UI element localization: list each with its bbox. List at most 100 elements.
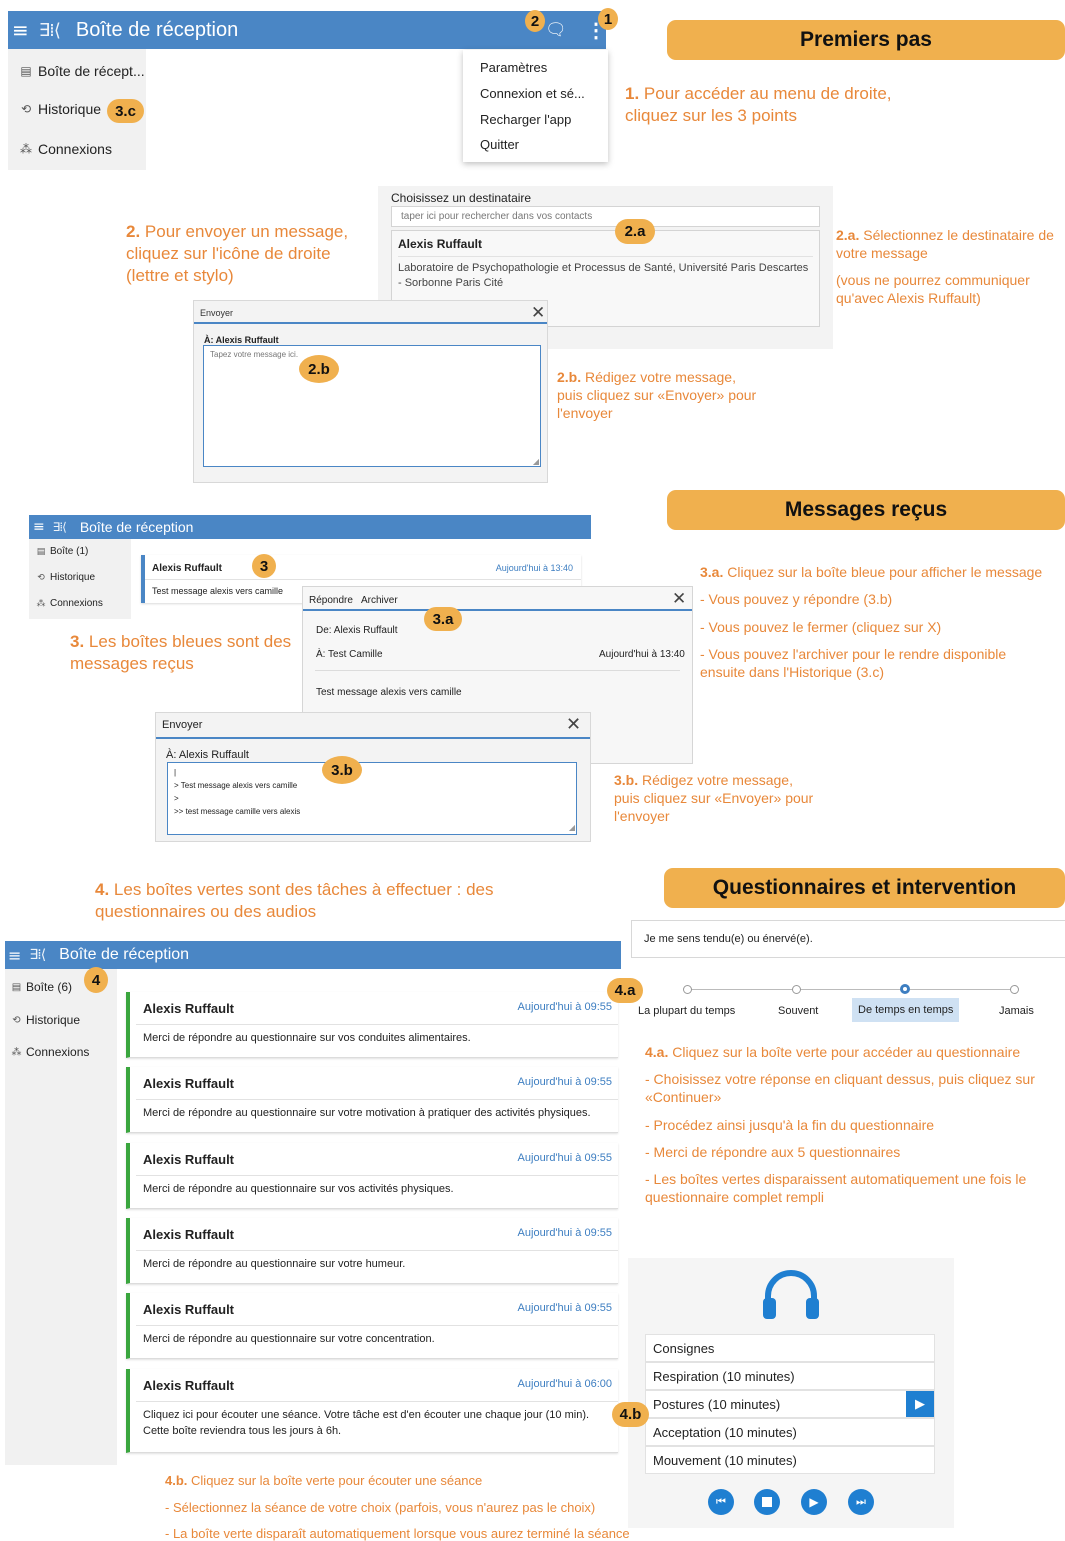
sidebar-item-label: Connexions bbox=[50, 598, 103, 609]
hamburger-icon[interactable]: ≡ bbox=[12, 18, 29, 42]
reply-textarea[interactable]: | > Test message alexis vers camille > >… bbox=[167, 762, 577, 835]
task-card[interactable]: Alexis Ruffault Aujourd'hui à 09:55 Merc… bbox=[126, 1067, 618, 1133]
badge-2a: 2.a bbox=[615, 219, 655, 244]
audio-item[interactable]: Mouvement (10 minutes) bbox=[645, 1446, 935, 1474]
question-text: Je me sens tendu(e) ou énervé(e). bbox=[644, 933, 813, 945]
task-card[interactable]: Alexis Ruffault Aujourd'hui à 09:55 Merc… bbox=[126, 1143, 618, 1209]
task-card-audio[interactable]: Alexis Ruffault Aujourd'hui à 06:00 Cliq… bbox=[126, 1369, 618, 1453]
sidebar-item-inbox[interactable]: ▤ Boîte (1) bbox=[35, 546, 89, 557]
sidebar-item-inbox[interactable]: ▤ Boîte de récept... bbox=[18, 63, 144, 79]
note-num: 3. bbox=[70, 632, 85, 651]
audio-item[interactable]: Consignes bbox=[645, 1334, 935, 1362]
note-text: Rédigez votre message, puis cliquez sur … bbox=[557, 369, 757, 422]
stop-icon[interactable] bbox=[754, 1489, 780, 1515]
sidebar-item-connections[interactable]: ⁂ Connexions bbox=[18, 141, 112, 157]
app-title: Boîte de réception bbox=[75, 18, 239, 41]
task-from: Alexis Ruffault bbox=[143, 1152, 235, 1167]
note-4a-line3: - Merci de répondre aux 5 questionnaires bbox=[645, 1144, 901, 1160]
note-text: Les boîtes bleues sont des messages reçu… bbox=[70, 632, 292, 674]
audio-item[interactable]: Acceptation (10 minutes) bbox=[645, 1418, 935, 1446]
sidebar-item-label: Boîte (1) bbox=[50, 546, 89, 557]
hamburger-icon[interactable]: ≡ bbox=[33, 519, 45, 535]
likert-option[interactable]: Jamais bbox=[999, 1005, 1034, 1017]
sidebar-item-connections[interactable]: ⁂ Connexions bbox=[35, 598, 103, 609]
note-num: 4. bbox=[95, 880, 110, 899]
question-box: Je me sens tendu(e) ou énervé(e). bbox=[631, 920, 1065, 958]
likert-dot-4[interactable] bbox=[1010, 985, 1019, 994]
compose-icon[interactable]: 🗨 bbox=[545, 20, 567, 40]
app-bar: ≡ ∃⁞⟨ Boîte de réception bbox=[5, 941, 621, 969]
recipient-label: Choisissez un destinataire bbox=[391, 191, 532, 205]
note-3a-line1: - Vous pouvez y répondre (3.b) bbox=[700, 591, 893, 607]
badge-3b: 3.b bbox=[322, 756, 362, 784]
menu-item-settings[interactable]: Paramètres bbox=[480, 60, 547, 75]
audio-item-selected[interactable]: Postures (10 minutes) ▶ bbox=[645, 1390, 935, 1418]
archive-button[interactable]: Archiver bbox=[361, 595, 398, 606]
reply-line: | bbox=[174, 768, 177, 777]
sidebar-item-history[interactable]: ⟲ Historique bbox=[10, 1013, 80, 1027]
app-bar: ≡ ∃⁞⟨ Boîte de réception bbox=[29, 515, 591, 539]
hamburger-icon[interactable]: ≡ bbox=[8, 946, 21, 965]
detail-from: De: Alexis Ruffault bbox=[316, 625, 398, 636]
play-icon[interactable]: ▶ bbox=[801, 1489, 827, 1515]
sidebar-item-history[interactable]: ⟲ Historique bbox=[18, 101, 101, 117]
note-4a-line2: - Procédez ainsi jusqu'à la fin du quest… bbox=[645, 1117, 935, 1133]
task-card[interactable]: Alexis Ruffault Aujourd'hui à 09:55 Merc… bbox=[126, 992, 618, 1058]
resize-handle-icon[interactable]: ◢ bbox=[569, 821, 575, 834]
likert-option-selected[interactable]: De temps en temps bbox=[852, 998, 960, 1022]
task-body: Merci de répondre au questionnaire sur v… bbox=[143, 1032, 471, 1044]
sidebar-item-connections[interactable]: ⁂ Connexions bbox=[10, 1045, 90, 1059]
sidebar: ▤ Boîte (6) ⟲ Historique ⁂ Connexions bbox=[5, 969, 117, 1465]
task-card[interactable]: Alexis Ruffault Aujourd'hui à 09:55 Merc… bbox=[126, 1218, 618, 1284]
close-icon[interactable]: ✕ bbox=[672, 589, 686, 609]
menu-item-reload[interactable]: Recharger l'app bbox=[480, 112, 571, 127]
inbox-icon: ▤ bbox=[11, 981, 22, 993]
task-time: Aujourd'hui à 09:55 bbox=[517, 1076, 612, 1088]
note-step2: 2. Pour envoyer un message, cliquez sur … bbox=[126, 221, 378, 287]
likert-dot-3-selected[interactable] bbox=[900, 984, 910, 994]
note-4b-line2: - La boîte verte disparaît automatiqueme… bbox=[165, 1526, 630, 1541]
recipient-search-input[interactable]: taper ici pour rechercher dans vos conta… bbox=[391, 206, 820, 227]
task-card[interactable]: Alexis Ruffault Aujourd'hui à 09:55 Merc… bbox=[126, 1293, 618, 1359]
task-divider bbox=[136, 1024, 618, 1025]
sidebar-item-history[interactable]: ⟲ Historique bbox=[35, 572, 95, 583]
task-time: Aujourd'hui à 06:00 bbox=[517, 1378, 612, 1390]
menu-item-quit[interactable]: Quitter bbox=[480, 137, 519, 152]
badge-3: 3 bbox=[252, 554, 276, 578]
recipient-divider bbox=[398, 256, 813, 257]
sidebar-item-label: Boîte (6) bbox=[26, 980, 73, 994]
detail-time: Aujourd'hui à 13:40 bbox=[599, 649, 685, 660]
reply-button[interactable]: Répondre bbox=[309, 595, 353, 606]
sidebar-item-label: Historique bbox=[38, 101, 102, 117]
close-icon[interactable]: ✕ bbox=[531, 303, 545, 323]
menu-item-connection[interactable]: Connexion et sé... bbox=[480, 86, 585, 101]
task-from: Alexis Ruffault bbox=[143, 1378, 235, 1393]
play-icon[interactable]: ▶ bbox=[906, 1391, 934, 1417]
note-text: Rédigez votre message, puis cliquez sur … bbox=[614, 772, 814, 825]
likert-dot-1[interactable] bbox=[683, 985, 692, 994]
skip-forward-icon[interactable]: ⏭ bbox=[848, 1489, 874, 1515]
send-dialog-title: Envoyer bbox=[200, 308, 234, 318]
inbox-icon: ▤ bbox=[20, 64, 32, 78]
note-step3: 3. Les boîtes bleues sont des messages r… bbox=[70, 631, 292, 675]
sidebar-item-inbox[interactable]: ▤ Boîte (6) bbox=[10, 980, 72, 994]
likert-option[interactable]: La plupart du temps bbox=[638, 1005, 735, 1017]
note-num: 4.a. bbox=[645, 1044, 669, 1060]
message-placeholder: Tapez votre message ici. bbox=[210, 350, 299, 359]
skip-back-icon[interactable]: ⏮ bbox=[708, 1489, 734, 1515]
section-header-questionnaires: Questionnaires et intervention bbox=[664, 868, 1065, 908]
task-time: Aujourd'hui à 09:55 bbox=[517, 1152, 612, 1164]
reply-dialog-title: Envoyer bbox=[162, 719, 203, 731]
task-body: Merci de répondre au questionnaire sur v… bbox=[143, 1333, 435, 1345]
note-step1: 1. Pour accéder au menu de droite, cliqu… bbox=[625, 83, 945, 127]
audio-item[interactable]: Respiration (10 minutes) bbox=[645, 1362, 935, 1390]
detail-body: Test message alexis vers camille bbox=[316, 687, 462, 698]
message-textarea[interactable]: Tapez votre message ici. ◢ bbox=[203, 345, 541, 467]
note-num: 2. bbox=[126, 222, 141, 241]
task-divider bbox=[136, 1099, 618, 1100]
close-icon[interactable]: ✕ bbox=[566, 714, 581, 735]
note-text: Pour accéder au menu de droite, cliquez … bbox=[625, 84, 892, 126]
resize-handle-icon[interactable]: ◢ bbox=[533, 457, 539, 466]
likert-option[interactable]: Souvent bbox=[778, 1005, 818, 1017]
likert-dot-2[interactable] bbox=[792, 985, 801, 994]
